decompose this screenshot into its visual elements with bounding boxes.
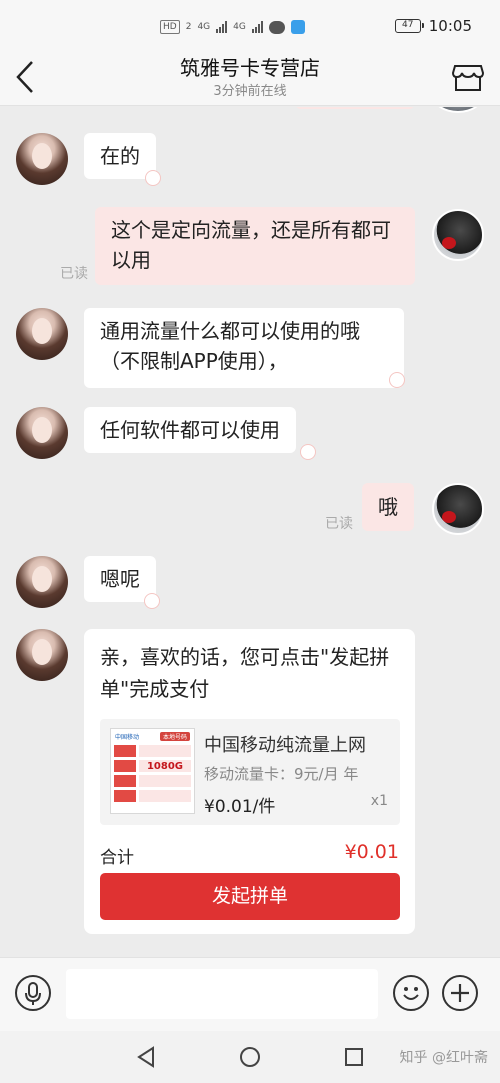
sim-indicator: 2	[185, 22, 192, 32]
total-amount: ¥0.01	[344, 841, 399, 863]
nav-home-button[interactable]	[238, 1045, 262, 1069]
previous-user-avatar	[432, 107, 484, 113]
chat-header: 筑雅号卡专营店 3分钟前在线	[0, 48, 500, 106]
pin-mark-icon	[389, 372, 405, 388]
thumb-brand: 中国移动	[115, 733, 140, 741]
message-bubble-out: 这个是定向流量，还是所有都可以用	[95, 207, 415, 285]
voice-button[interactable]	[15, 975, 51, 1011]
message-input[interactable]	[66, 969, 378, 1019]
square-recent-icon	[345, 1048, 363, 1066]
pin-mark-icon	[144, 593, 160, 609]
input-bar	[0, 957, 500, 1031]
message-bubble-in: 通用流量什么都可以使用的哦（不限制APP使用），	[84, 308, 404, 388]
store-button[interactable]	[451, 62, 485, 92]
watermark: 知乎 @红叶斋	[399, 1050, 488, 1066]
clock: 10:05	[428, 17, 472, 35]
message-bubble-in: 任何软件都可以使用	[84, 407, 296, 453]
read-receipt: 已读	[325, 516, 353, 532]
signal-icon	[216, 21, 228, 33]
order-card: 亲，喜欢的话，您可点击"发起拼单"完成支付 中国移动 本地号码 1080G 中国…	[84, 629, 415, 934]
read-receipt: 已读	[60, 266, 88, 282]
user-avatar[interactable]	[432, 209, 484, 261]
system-nav-bar: 知乎 @红叶斋	[0, 1031, 500, 1083]
product-name: 中国移动纯流量上网	[204, 735, 366, 756]
battery-icon: 47	[394, 19, 424, 33]
online-status: 3分钟前在线	[213, 84, 287, 99]
pin-mark-icon	[300, 444, 316, 460]
network-type-1: 4G	[197, 22, 211, 32]
product-price: ¥0.01/件	[204, 797, 276, 817]
shop-avatar[interactable]	[16, 133, 68, 185]
store-name: 筑雅号卡专营店	[180, 56, 320, 80]
signal-icon-2	[251, 21, 263, 33]
shop-avatar[interactable]	[16, 407, 68, 459]
previous-message-bubble	[295, 107, 415, 109]
hd-indicator: HD	[160, 20, 180, 34]
product-spec: 移动流量卡：9元/月 年	[204, 765, 359, 783]
triangle-back-icon	[137, 1046, 154, 1068]
product-image: 中国移动 本地号码 1080G	[110, 728, 195, 814]
wechat-icon	[268, 20, 285, 34]
nav-back-button[interactable]	[134, 1045, 158, 1069]
user-avatar[interactable]	[432, 483, 484, 535]
more-button[interactable]	[442, 975, 478, 1011]
status-icons: HD 2 4G 4G	[160, 18, 305, 36]
emoji-icon	[403, 987, 419, 1000]
shop-avatar[interactable]	[16, 556, 68, 608]
plus-icon	[451, 984, 469, 1002]
store-icon	[451, 65, 485, 91]
thumb-tag: 本地号码	[159, 731, 190, 741]
chat-area[interactable]: 在的 这个是定向流量，还是所有都可以用 已读 通用流量什么都可以使用的哦（不限制…	[0, 107, 500, 957]
status-bar: HD 2 4G 4G 47 10:05	[0, 0, 500, 48]
emoji-button[interactable]	[393, 975, 429, 1011]
nav-recent-button[interactable]	[342, 1045, 366, 1069]
product-item[interactable]: 中国移动 本地号码 1080G 中国移动纯流量上网 移动流量卡：9元/月 年 ¥…	[100, 719, 400, 825]
shop-avatar[interactable]	[16, 308, 68, 360]
order-card-message: 亲，喜欢的话，您可点击"发起拼单"完成支付	[100, 645, 390, 701]
pin-mark-icon	[145, 170, 161, 186]
product-quantity: x1	[370, 793, 388, 809]
app-notification-icon	[290, 20, 305, 34]
message-bubble-out: 哦	[362, 483, 414, 531]
shop-avatar[interactable]	[16, 629, 68, 681]
circle-home-icon	[240, 1047, 260, 1067]
total-label: 合计	[100, 848, 134, 868]
network-type-2: 4G	[233, 22, 246, 32]
start-group-buy-button[interactable]: 发起拼单	[100, 873, 400, 920]
status-right: 47 10:05	[394, 17, 472, 35]
message-bubble-in: 在的	[84, 133, 156, 179]
thumb-data-amount: 1080G	[146, 760, 184, 772]
microphone-icon	[25, 982, 41, 1005]
